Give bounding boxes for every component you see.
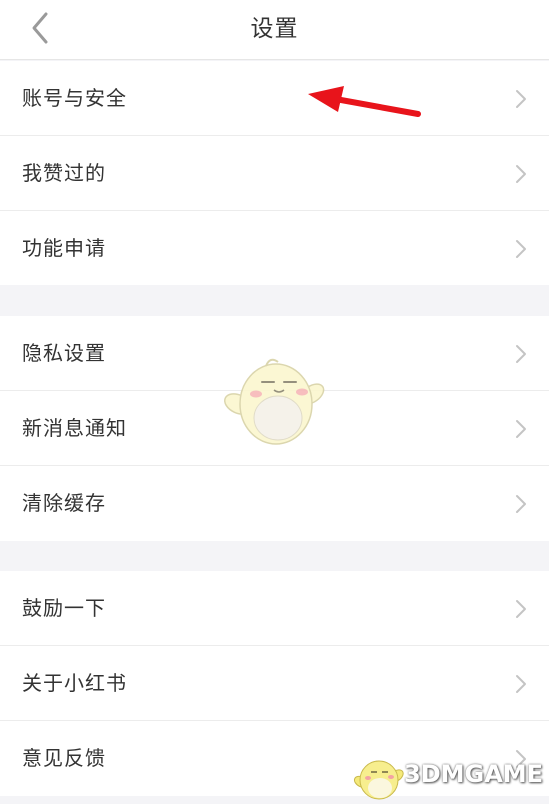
settings-item-label: 清除缓存 bbox=[22, 491, 106, 515]
settings-item-label: 我赞过的 bbox=[22, 161, 106, 185]
chevron-right-icon bbox=[516, 90, 526, 108]
page-title: 设置 bbox=[250, 16, 299, 42]
settings-item-feedback[interactable]: 意见反馈 bbox=[0, 721, 549, 796]
settings-item-feature-request[interactable]: 功能申请 bbox=[0, 211, 549, 286]
settings-item-notifications[interactable]: 新消息通知 bbox=[0, 391, 549, 466]
settings-item-account-security[interactable]: 账号与安全 bbox=[0, 61, 549, 136]
settings-item-label: 账号与安全 bbox=[22, 86, 127, 110]
settings-item-label: 隐私设置 bbox=[22, 341, 106, 365]
settings-item-about[interactable]: 关于小红书 bbox=[0, 646, 549, 721]
settings-item-privacy[interactable]: 隐私设置 bbox=[0, 316, 549, 391]
settings-item-label: 意见反馈 bbox=[22, 746, 106, 770]
chevron-right-icon bbox=[516, 750, 526, 768]
chevron-right-icon bbox=[516, 345, 526, 363]
settings-group-account: 账号与安全 我赞过的 功能申请 bbox=[0, 61, 549, 285]
settings-item-clear-cache[interactable]: 清除缓存 bbox=[0, 466, 549, 541]
chevron-right-icon bbox=[516, 240, 526, 258]
settings-item-liked[interactable]: 我赞过的 bbox=[0, 136, 549, 211]
settings-group-about: 鼓励一下 关于小红书 意见反馈 bbox=[0, 571, 549, 796]
top-bar: 设置 bbox=[0, 0, 549, 60]
settings-item-label: 新消息通知 bbox=[22, 416, 127, 440]
chevron-right-icon bbox=[516, 495, 526, 513]
settings-item-label: 关于小红书 bbox=[22, 671, 127, 695]
settings-item-rate[interactable]: 鼓励一下 bbox=[0, 571, 549, 646]
chevron-right-icon bbox=[516, 420, 526, 438]
settings-group-general: 隐私设置 新消息通知 清除缓存 bbox=[0, 316, 549, 541]
chevron-right-icon bbox=[516, 675, 526, 693]
chevron-right-icon bbox=[516, 165, 526, 183]
settings-item-label: 功能申请 bbox=[22, 236, 106, 260]
chevron-right-icon bbox=[516, 600, 526, 618]
settings-item-label: 鼓励一下 bbox=[22, 596, 106, 620]
